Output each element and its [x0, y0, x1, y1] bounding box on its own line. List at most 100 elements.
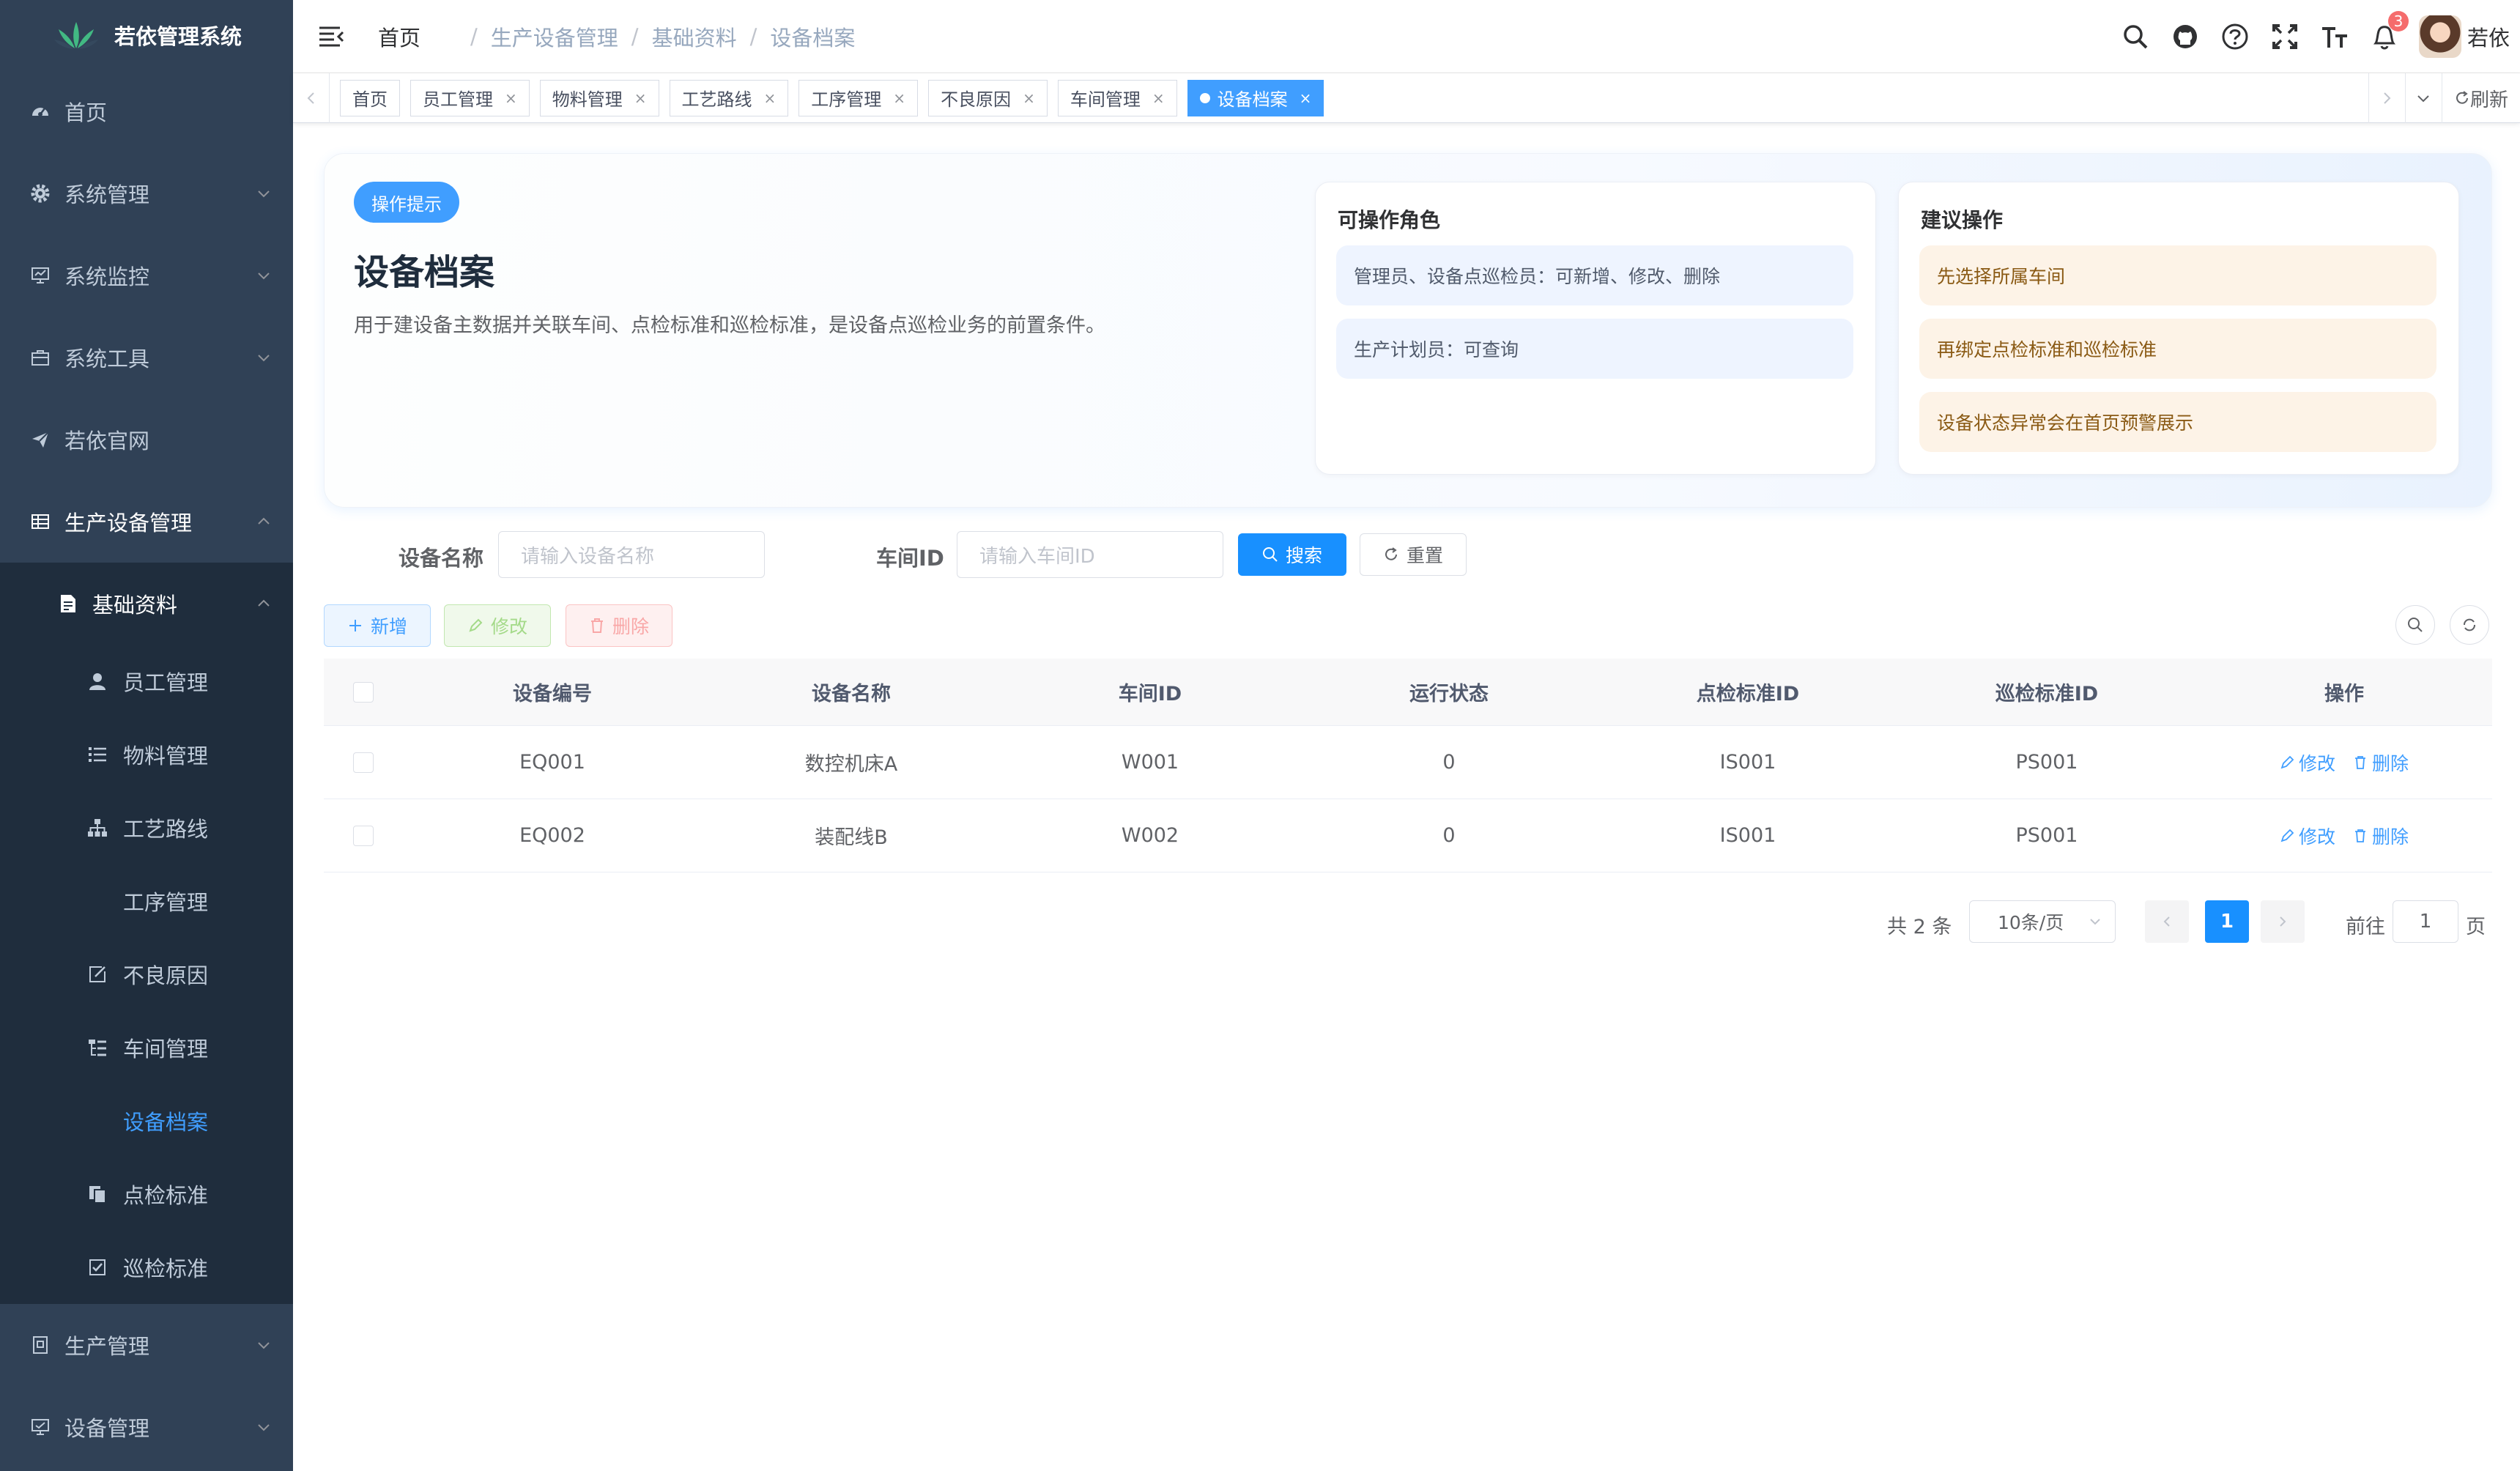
- equipment-name-input[interactable]: 请输入设备名称: [498, 531, 765, 578]
- bell-icon[interactable]: 3: [2369, 11, 2409, 52]
- sidebar-item-equipment-archive[interactable]: 设备档案: [0, 1084, 293, 1157]
- fullscreen-icon[interactable]: [2269, 21, 2300, 52]
- sidebar-item-label: 设备管理: [64, 1416, 150, 1441]
- delete-button[interactable]: 删除: [566, 604, 672, 647]
- sidebar: 若依管理系统 首页 系统管理 系统监控 系统工具 若依官网 生产设备管理 基础资…: [0, 0, 293, 1471]
- tag-process-route[interactable]: 工艺路线 ×: [669, 79, 789, 116]
- close-icon[interactable]: ×: [1300, 89, 1312, 107]
- plus-icon: [349, 620, 361, 631]
- roles-card: 可操作角色 管理员、设备点巡检员：可新增、修改、删除 生产计划员：可查询: [1315, 182, 1876, 475]
- close-icon[interactable]: ×: [505, 89, 517, 107]
- search-button[interactable]: 搜索: [1238, 533, 1346, 576]
- table-row: EQ002 装配线B W002 0 IS001 PS001 修改 删除: [324, 799, 2492, 872]
- hamburger-icon[interactable]: [316, 22, 346, 51]
- edit-icon: [469, 618, 483, 632]
- sidebar-logo[interactable]: 若依管理系统: [0, 0, 293, 70]
- github-icon[interactable]: [2170, 21, 2201, 52]
- tag-home[interactable]: 首页: [340, 79, 400, 116]
- sidebar-item-defect-reason[interactable]: 不良原因: [0, 938, 293, 1011]
- font-size-icon[interactable]: [2319, 21, 2350, 52]
- navbar: 首页 / 生产设备管理 / 基础资料 / 设备档案 3 若依: [293, 0, 2520, 73]
- goto-page-input[interactable]: 1: [2393, 900, 2458, 943]
- row-edit-link[interactable]: 修改: [2280, 823, 2335, 849]
- chevron-down-icon: [2417, 95, 2430, 103]
- sidebar-item-basic-data[interactable]: 基础资料: [0, 563, 293, 645]
- chevron-up-icon: [258, 599, 270, 607]
- copy-icon: [86, 1183, 108, 1205]
- row-edit-link[interactable]: 修改: [2280, 749, 2335, 776]
- sidebar-item-home[interactable]: 首页: [0, 70, 293, 152]
- suggest-chip: 设备状态异常会在首页预警展示: [1919, 392, 2436, 452]
- page-number-current[interactable]: 1: [2205, 900, 2249, 943]
- row-checkbox[interactable]: [353, 752, 374, 773]
- tags-scroll-right[interactable]: [2368, 73, 2405, 123]
- sidebar-submenu: 基础资料 员工管理 物料管理 工艺路线 工序管理 不良原因 车间管理 设备档案 …: [0, 563, 293, 1304]
- sidebar-item-website[interactable]: 若依官网: [0, 399, 293, 481]
- next-page-button[interactable]: [2261, 900, 2305, 943]
- sidebar-item-monitor[interactable]: 系统监控: [0, 234, 293, 316]
- sidebar-item-workshop[interactable]: 车间管理: [0, 1011, 293, 1084]
- table-cell: 0: [1442, 751, 1456, 774]
- tag-material[interactable]: 物料管理 ×: [539, 79, 659, 116]
- sidebar-item-label: 不良原因: [123, 963, 209, 988]
- refresh-icon: [2464, 618, 2475, 631]
- edit-icon: [86, 963, 108, 985]
- sidebar-item-label: 工序管理: [123, 890, 209, 915]
- notification-badge: 3: [2387, 11, 2409, 32]
- prev-page-button[interactable]: [2145, 900, 2189, 943]
- select-all-checkbox[interactable]: [353, 681, 374, 703]
- avatar[interactable]: [2418, 15, 2461, 58]
- trash-icon: [2355, 755, 2365, 769]
- workshop-id-input[interactable]: 请输入车间ID: [957, 531, 1223, 578]
- refresh-button[interactable]: 刷新: [2441, 73, 2520, 123]
- row-delete-link[interactable]: 删除: [2353, 749, 2409, 776]
- close-icon[interactable]: ×: [893, 89, 905, 107]
- close-icon[interactable]: ×: [764, 89, 777, 107]
- sidebar-item-tools[interactable]: 系统工具: [0, 316, 293, 399]
- close-icon[interactable]: ×: [1023, 89, 1035, 107]
- user-name[interactable]: 若依: [2467, 21, 2510, 52]
- row-checkbox[interactable]: [353, 825, 374, 846]
- sidebar-item-equipment[interactable]: 设备管理: [0, 1386, 293, 1468]
- goto-suffix: 页: [2466, 916, 2486, 938]
- tags-dropdown[interactable]: [2404, 73, 2442, 123]
- sidebar-title: 若依管理系统: [114, 24, 242, 49]
- breadcrumb-item[interactable]: 首页: [378, 21, 457, 52]
- row-delete-link[interactable]: 删除: [2353, 823, 2409, 849]
- close-icon[interactable]: ×: [1152, 89, 1165, 107]
- search-icon: [2408, 618, 2423, 632]
- tag-employee[interactable]: 员工管理 ×: [410, 79, 530, 116]
- table-cell: 数控机床A: [804, 753, 898, 776]
- tag-equipment-archive[interactable]: 设备档案 ×: [1187, 79, 1324, 116]
- search-icon[interactable]: [2120, 21, 2151, 52]
- search-form: 设备名称 请输入设备名称 车间ID 请输入车间ID 搜索 重置: [293, 531, 2520, 578]
- tag-workshop[interactable]: 车间管理 ×: [1057, 79, 1177, 116]
- page-description: 用于建设备主数据并关联车间、点检标准和巡检标准，是设备点巡检业务的前置条件。: [354, 314, 1105, 337]
- reset-button[interactable]: 重置: [1360, 533, 1467, 576]
- help-icon[interactable]: [2220, 21, 2250, 52]
- tags-scroll-left[interactable]: [293, 73, 330, 123]
- tag-defect-reason[interactable]: 不良原因 ×: [928, 79, 1048, 116]
- edit-icon: [2280, 755, 2294, 768]
- dashboard-icon: [29, 100, 51, 122]
- sidebar-item-process-route[interactable]: 工艺路线: [0, 791, 293, 864]
- sidebar-item-system[interactable]: 系统管理: [0, 152, 293, 234]
- sidebar-item-procedure[interactable]: 工序管理: [0, 864, 293, 938]
- edit-button[interactable]: 修改: [444, 604, 551, 647]
- sidebar-item-material[interactable]: 物料管理: [0, 718, 293, 791]
- refresh-table-button[interactable]: [2450, 605, 2489, 645]
- sidebar-item-production[interactable]: 生产管理: [0, 1304, 293, 1386]
- suggest-chip: 再绑定点检标准和巡检标准: [1919, 319, 2436, 379]
- page-size-select[interactable]: 10条/页: [1969, 900, 2116, 943]
- sidebar-item-employee[interactable]: 员工管理: [0, 645, 293, 718]
- toggle-search-button[interactable]: [2395, 605, 2435, 645]
- table-cell: 装配线B: [815, 826, 888, 849]
- tag-procedure[interactable]: 工序管理 ×: [798, 79, 919, 116]
- chevron-down-icon: [258, 355, 270, 362]
- sidebar-item-patrol-standard[interactable]: 巡检标准: [0, 1231, 293, 1304]
- chevron-down-icon: [258, 1342, 270, 1349]
- sidebar-item-production-equipment[interactable]: 生产设备管理: [0, 481, 293, 563]
- add-button[interactable]: 新增: [324, 604, 431, 647]
- close-icon[interactable]: ×: [634, 89, 647, 107]
- sidebar-item-check-standard[interactable]: 点检标准: [0, 1157, 293, 1231]
